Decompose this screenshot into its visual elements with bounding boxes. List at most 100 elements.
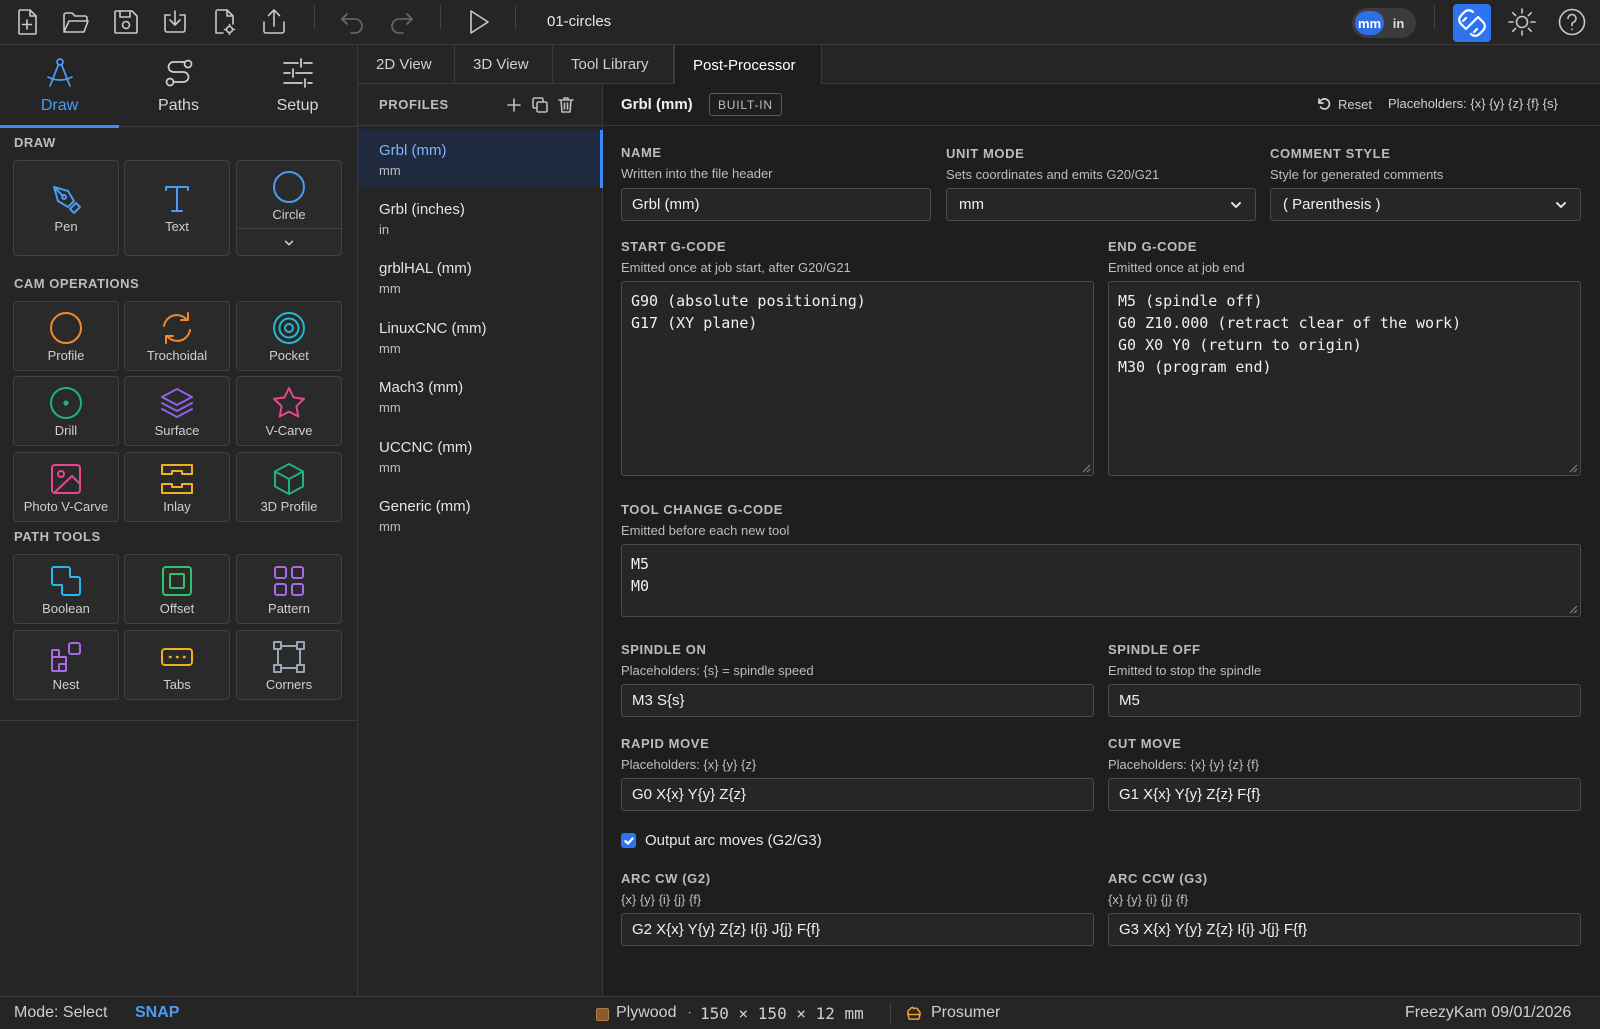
end-gcode-textarea[interactable]: M5 (spindle off) G0 Z10.000 (retract cle… (1108, 281, 1581, 476)
profile-item[interactable]: UCCNC (mm) mm (358, 427, 603, 485)
start-gcode-label: START G-CODE (621, 239, 727, 254)
undo-icon[interactable] (335, 5, 369, 39)
tool-inlay-label: Inlay (163, 499, 191, 514)
tool-corners[interactable]: Corners (236, 630, 342, 700)
paths-icon (165, 59, 192, 87)
tool-nest[interactable]: Nest (13, 630, 119, 700)
new-file-icon[interactable] (10, 5, 44, 39)
tool-surface[interactable]: Surface (124, 376, 230, 446)
profile-item[interactable]: LinuxCNC (mm) mm (358, 308, 603, 366)
arc-moves-checkbox[interactable]: Output arc moves (G2/G3) (621, 832, 822, 849)
checkbox-checked-icon[interactable] (621, 833, 636, 848)
tool-3d-profile[interactable]: 3D Profile (236, 452, 342, 522)
tool-v-carve[interactable]: V-Carve (236, 376, 342, 446)
snap-toggle[interactable]: SNAP (135, 1004, 179, 1022)
rapid-move-input[interactable]: G0 X{x} Y{y} Z{z} (621, 778, 1094, 811)
tool-profile[interactable]: Profile (13, 301, 119, 371)
profile-item[interactable]: Mach3 (mm) mm (358, 367, 603, 425)
tool-inlay[interactable]: Inlay (124, 452, 230, 522)
name-input[interactable]: Grbl (mm) (621, 188, 931, 221)
resize-grip-icon[interactable] (1082, 464, 1091, 473)
spindle-on-input[interactable]: M3 S{s} (621, 684, 1094, 717)
unit-mode-value: mm (959, 196, 984, 213)
profile-item[interactable]: Generic (mm) mm (358, 486, 603, 544)
resize-grip-icon[interactable] (1569, 605, 1578, 614)
download-icon[interactable] (158, 5, 192, 39)
toolbar-divider (314, 5, 315, 29)
arc-ccw-input[interactable]: G3 X{x} Y{y} Z{z} I{i} J{j} F{f} (1108, 913, 1581, 946)
text-icon (165, 186, 189, 212)
duplicate-profile-icon[interactable] (530, 95, 550, 115)
tool-pen[interactable]: Pen (13, 160, 119, 256)
tool-circle[interactable]: Circle (236, 160, 342, 256)
file-settings-icon[interactable] (207, 5, 241, 39)
unit-toggle[interactable]: mm in (1352, 8, 1416, 38)
circle-variant-dropdown[interactable] (237, 228, 341, 256)
profile-item[interactable]: Grbl (inches) in (358, 189, 603, 247)
open-folder-icon[interactable] (59, 5, 93, 39)
delete-profile-icon[interactable] (556, 95, 576, 115)
start-gcode-textarea[interactable]: G90 (absolute positioning) G17 (XY plane… (621, 281, 1094, 476)
profile-item[interactable]: grblHAL (mm) mm (358, 248, 603, 306)
spindle-on-label: SPINDLE ON (621, 642, 707, 657)
stock-dimensions: 150 × 150 × 12 mm (700, 1004, 864, 1023)
tab-3d-view[interactable]: 3D View (455, 45, 553, 84)
profile-name: Mach3 (mm) (379, 379, 464, 396)
tab-setup[interactable]: Setup (238, 45, 357, 127)
profile-item[interactable]: Grbl (mm) mm (358, 130, 603, 188)
save-icon[interactable] (109, 5, 143, 39)
comment-style-value: ( Parenthesis ) (1283, 196, 1381, 213)
tool-offset[interactable]: Offset (124, 554, 230, 624)
unit-mode-select[interactable]: mm (946, 188, 1256, 221)
tool-pattern[interactable]: Pattern (236, 554, 342, 624)
name-help: Written into the file header (621, 166, 773, 181)
tool-pocket-label: Pocket (269, 348, 309, 363)
profile-unit: mm (379, 281, 401, 296)
arc-moves-label: Output arc moves (G2/G3) (645, 832, 822, 849)
end-gcode-label: END G-CODE (1108, 239, 1198, 254)
theme-toggle-icon[interactable] (1505, 5, 1539, 39)
built-in-badge: BUILT-IN (709, 93, 782, 116)
comment-style-select[interactable]: ( Parenthesis ) (1270, 188, 1581, 221)
tool-text[interactable]: Text (124, 160, 230, 256)
unit-in-option[interactable]: in (1384, 11, 1413, 35)
export-icon[interactable] (257, 5, 291, 39)
tool-tabs[interactable]: Tabs (124, 630, 230, 700)
redo-icon[interactable] (385, 5, 419, 39)
chevron-down-icon (284, 240, 294, 245)
add-profile-icon[interactable] (504, 95, 524, 115)
magnet-snap-icon[interactable] (1453, 4, 1491, 42)
photo-icon (51, 464, 81, 494)
resize-grip-icon[interactable] (1569, 464, 1578, 473)
tab-post-processor[interactable]: Post-Processor (674, 45, 822, 85)
run-simulation-icon[interactable] (461, 5, 495, 39)
material-name[interactable]: Plywood (616, 1004, 676, 1022)
spindle-off-label: SPINDLE OFF (1108, 642, 1201, 657)
material-separator: · (687, 1004, 693, 1021)
tab-tool-library[interactable]: Tool Library (553, 45, 674, 84)
tool-trochoidal[interactable]: Trochoidal (124, 301, 230, 371)
tool-change-textarea[interactable]: M5 M0 (621, 544, 1581, 617)
cut-move-help: Placeholders: {x} {y} {z} {f} (1108, 757, 1260, 772)
tab-2d-view[interactable]: 2D View (358, 45, 455, 84)
tool-drill[interactable]: Drill (13, 376, 119, 446)
app-version: FreezyKam 09/01/2026 (1405, 1004, 1572, 1021)
reset-button[interactable]: Reset (1316, 96, 1372, 112)
status-bar: Mode: Select SNAP Plywood · 150 × 150 × … (0, 996, 1600, 1029)
tab-draw[interactable]: Draw (0, 45, 119, 128)
arc-cw-input[interactable]: G2 X{x} Y{y} Z{z} I{i} J{j} F{f} (621, 913, 1094, 946)
cut-move-input[interactable]: G1 X{x} Y{y} Z{z} F{f} (1108, 778, 1581, 811)
unit-mode-label: UNIT MODE (946, 146, 1025, 161)
star-icon (273, 387, 305, 418)
tool-pocket[interactable]: Pocket (236, 301, 342, 371)
spindle-off-input[interactable]: M5 (1108, 684, 1581, 717)
help-icon[interactable] (1555, 5, 1589, 39)
tool-boolean[interactable]: Boolean (13, 554, 119, 624)
compass-icon (46, 58, 73, 87)
tool-photo-v-carve[interactable]: Photo V-Carve (13, 452, 119, 522)
unit-mm-option[interactable]: mm (1355, 11, 1384, 35)
arc-ccw-label: ARC CCW (G3) (1108, 871, 1208, 886)
material-swatch (596, 1008, 609, 1021)
tab-paths[interactable]: Paths (119, 45, 238, 127)
tool-3d-profile-label: 3D Profile (260, 499, 318, 514)
